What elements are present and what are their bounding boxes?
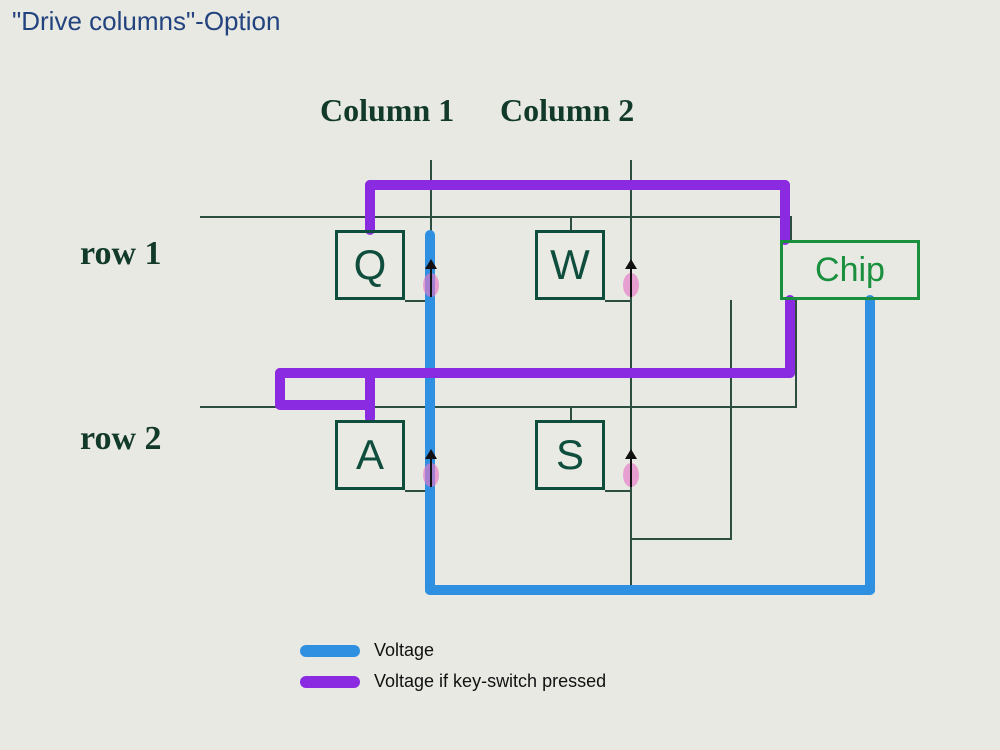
legend-label-voltage: Voltage (374, 640, 434, 661)
row-2-label: row 2 (80, 420, 162, 458)
key-q: Q (335, 230, 405, 300)
chip: Chip (780, 240, 920, 300)
column-1-label: Column 1 (320, 92, 454, 129)
key-s-label: S (556, 431, 584, 479)
hl-blue-chip-down (865, 295, 875, 595)
chip-label: Chip (815, 251, 885, 290)
legend-swatch-pressed (300, 676, 360, 688)
hl-purple-row2 (275, 368, 795, 378)
key-w-label: W (550, 241, 590, 289)
row-1-label: row 1 (80, 235, 162, 273)
diode-a (423, 463, 439, 487)
wire-row1 (200, 216, 790, 218)
legend-swatch-voltage (300, 645, 360, 657)
column-2-label: Column 2 (500, 92, 634, 129)
diagram-title: "Drive columns"-Option (12, 6, 280, 37)
hl-purple-step-across (275, 400, 370, 410)
diode-s (623, 463, 639, 487)
wire-chip-row2-v (795, 300, 797, 408)
hl-blue-to-col1 (425, 585, 875, 595)
legend-row-pressed: Voltage if key-switch pressed (300, 671, 606, 692)
wire-chip-row1 (790, 216, 792, 240)
legend-label-pressed: Voltage if key-switch pressed (374, 671, 606, 692)
key-q-label: Q (354, 241, 387, 289)
wire-chip-down-inner (730, 300, 732, 540)
diagram-stage: "Drive columns"-Option Column 1 Column 2… (0, 0, 1000, 750)
legend: Voltage Voltage if key-switch pressed (300, 640, 606, 702)
key-s: S (535, 420, 605, 490)
hl-purple-row2-chip (785, 295, 795, 378)
wire-w-diode (605, 300, 630, 302)
diode-q (423, 273, 439, 297)
key-a: A (335, 420, 405, 490)
wire-drop-w (570, 216, 572, 230)
wire-drop-s (570, 406, 572, 420)
wire-s-diode (605, 490, 630, 492)
hl-purple-row1 (365, 180, 790, 190)
key-a-label: A (356, 431, 384, 479)
key-w: W (535, 230, 605, 300)
wire-chip-to-col2 (630, 538, 732, 540)
hl-purple-row1-chip (780, 180, 790, 245)
diode-w (623, 273, 639, 297)
legend-row-voltage: Voltage (300, 640, 606, 661)
